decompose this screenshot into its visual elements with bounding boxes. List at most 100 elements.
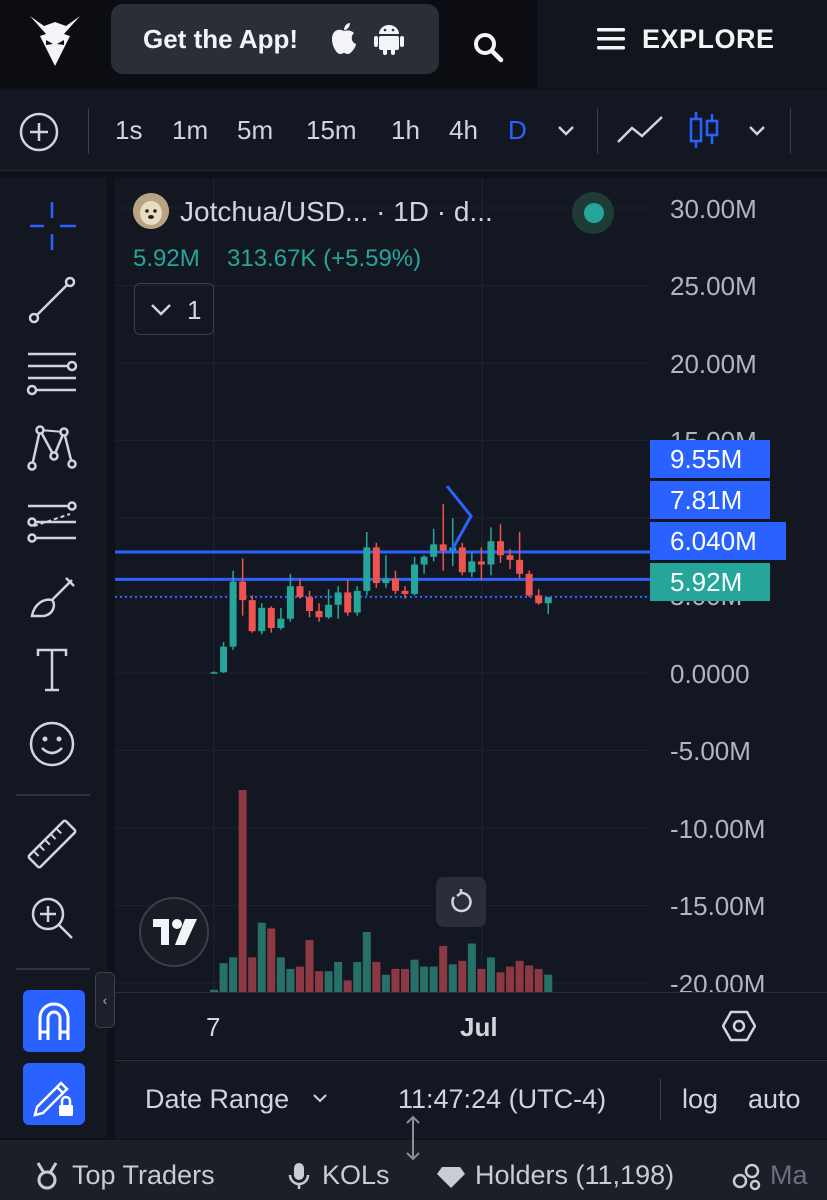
volume-bar (534, 968, 543, 992)
horizontal-lines (115, 550, 650, 599)
candle-body (506, 555, 514, 560)
price-axis-label: -5.00M (670, 736, 751, 766)
volume-bar (477, 968, 486, 992)
volume-bar (458, 960, 467, 992)
candle-body (544, 597, 552, 604)
reset-icon (451, 889, 472, 913)
volume-bar (467, 943, 476, 992)
volume-bar (257, 922, 266, 992)
candle-body (535, 595, 543, 604)
auto-scale-toggle[interactable]: auto (748, 1084, 801, 1115)
volume-bar (448, 964, 457, 992)
volume-bar (525, 965, 534, 992)
volume-bar (248, 957, 257, 992)
candle-body (525, 573, 533, 596)
microphone-icon (288, 1163, 310, 1189)
volume-bar (410, 959, 419, 992)
candlesticks (210, 504, 552, 674)
candle-body (468, 561, 476, 573)
volume-bar (486, 957, 495, 992)
tradingview-logo[interactable] (139, 897, 209, 967)
candle-body (420, 556, 428, 565)
candle-body (401, 590, 409, 594)
tab-holders[interactable]: Holders (11,198) (475, 1160, 674, 1191)
indicators-toggle-button[interactable]: 1 (134, 283, 214, 335)
volume-bar (334, 961, 343, 992)
symbol-title[interactable]: Jotchua/USD... · 1D · d... (180, 196, 493, 228)
candle-body (353, 590, 361, 613)
candle-body (239, 581, 247, 601)
price-axis-label: 30.00M (670, 194, 757, 224)
candle-body (306, 597, 313, 611)
legend-price: 5.92M (133, 245, 200, 272)
volume-bar (429, 966, 438, 992)
price-tag[interactable]: 6.040M (650, 522, 786, 560)
volume-bar (295, 966, 304, 992)
candle-body (220, 646, 228, 673)
candle-body (487, 541, 495, 565)
price-axis-label: -10.00M (670, 814, 766, 844)
volume-bar (267, 928, 276, 992)
medal-icon (36, 1162, 58, 1190)
last-price-tag[interactable]: 5.92M (650, 563, 770, 601)
candle-body (258, 607, 266, 632)
tab-more[interactable]: Ma (770, 1160, 808, 1191)
tradingview-logo-icon (153, 919, 197, 945)
volume-bar (305, 940, 314, 992)
volume-bar (276, 957, 285, 992)
token-avatar (133, 193, 169, 229)
volume-bar (286, 968, 295, 992)
timezone-clock[interactable]: 11:47:24 (UTC-4) (398, 1084, 606, 1115)
date-range-button[interactable]: Date Range (145, 1084, 289, 1115)
volume-bar (343, 980, 352, 992)
price-axis-label: 25.00M (670, 271, 757, 301)
candle-body (296, 586, 304, 598)
candle-body (363, 547, 371, 591)
candle-body (344, 592, 352, 613)
volume-bar (401, 968, 409, 992)
pencil-lock-icon (33, 1081, 73, 1117)
volume-bar (515, 960, 524, 992)
candle-body (458, 547, 466, 573)
log-scale-toggle[interactable]: log (682, 1084, 718, 1115)
chevron-down-icon[interactable] (312, 1092, 328, 1104)
volume-bar (362, 931, 371, 992)
price-tag[interactable]: 9.55M (650, 440, 770, 478)
volume-bar (353, 961, 362, 992)
candle-body (325, 604, 333, 618)
market-status-dot (584, 203, 604, 223)
bubbles-icon (732, 1163, 761, 1191)
price-tag[interactable]: 7.81M (650, 481, 770, 519)
bottom-bar-divider (660, 1078, 661, 1120)
resize-handle-icon[interactable] (403, 1115, 423, 1161)
chevron-down-icon (151, 304, 171, 316)
volume-bar (238, 790, 247, 992)
tab-kols[interactable]: KOLs (322, 1160, 390, 1191)
volume-bar (439, 945, 448, 992)
magnet-icon (38, 1002, 70, 1040)
candle-body (248, 600, 256, 632)
volume-bar (496, 972, 505, 992)
reset-chart-button[interactable] (436, 877, 486, 927)
time-axis-label: 7 (206, 1012, 221, 1042)
diamond-icon (437, 1167, 465, 1188)
time-axis-label: Jul (460, 1012, 498, 1042)
volume-bar (544, 974, 553, 992)
lock-drawings-button[interactable] (23, 1063, 85, 1125)
volume-bar (315, 971, 324, 992)
candle-body (382, 578, 390, 584)
candle-body (391, 578, 399, 591)
collapse-tools-handle[interactable]: ‹ (95, 972, 115, 1028)
candle-body (439, 544, 447, 551)
volume-bar (506, 966, 515, 992)
candle-body (372, 547, 380, 584)
price-axis-label: -15.00M (670, 891, 766, 921)
tab-top-traders[interactable]: Top Traders (72, 1160, 215, 1191)
volume-bar (372, 961, 381, 992)
volume-bar (391, 968, 400, 992)
candle-body (315, 611, 323, 618)
settings-icon[interactable] (722, 1010, 756, 1042)
indicator-count: 1 (187, 295, 202, 325)
candle-body (430, 544, 438, 557)
volume-bars (210, 790, 553, 992)
